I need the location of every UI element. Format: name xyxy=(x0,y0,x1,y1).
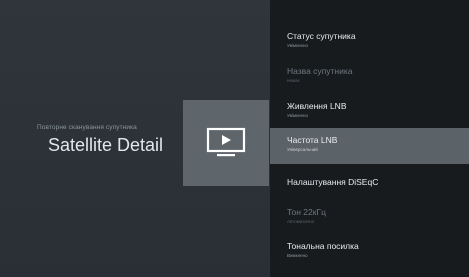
play-screen-icon-graphic xyxy=(206,127,246,157)
page-subtitle: Повторне сканування супутника xyxy=(37,124,137,131)
menu-item-label: Тональна посилка xyxy=(287,241,359,251)
menu-item-satellite-name: Назва супутника немає xyxy=(270,59,469,95)
menu-item-tone-burst[interactable]: Тональна посилка Вимкнено xyxy=(270,234,469,270)
page-title: Satellite Detail xyxy=(48,135,164,155)
menu-item-value: Універсальний xyxy=(287,147,318,152)
menu-item-22khz-tone: Тон 22кГц Автоматично xyxy=(270,200,469,236)
menu-item-satellite-status[interactable]: Статус супутника Увімкнено xyxy=(270,24,469,60)
play-screen-icon xyxy=(183,100,269,186)
menu-item-label: Тон 22кГц xyxy=(287,207,326,217)
menu-item-value: немає xyxy=(287,78,300,83)
menu-item-value: Автоматично xyxy=(287,219,315,224)
menu-item-lnb-power[interactable]: Живлення LNB Увімкнено xyxy=(270,94,469,130)
menu-item-value: Увімкнено xyxy=(287,43,309,48)
menu-item-label: Налаштування DiSEqC xyxy=(287,177,379,187)
menu-item-diseqc-settings[interactable]: Налаштування DiSEqC xyxy=(270,166,469,202)
menu-item-value: Вимкнено xyxy=(287,253,308,258)
menu-item-label: Живлення LNB xyxy=(287,101,347,111)
menu-item-value: Увімкнено xyxy=(287,113,309,118)
menu-item-label: Назва супутника xyxy=(287,66,353,76)
settings-menu: Статус супутника Увімкнено Назва супутни… xyxy=(270,0,469,277)
menu-item-label: Статус супутника xyxy=(287,31,356,41)
menu-item-label: Частота LNB xyxy=(287,135,338,145)
menu-item-lnb-frequency[interactable]: Частота LNB Універсальний xyxy=(270,128,469,164)
